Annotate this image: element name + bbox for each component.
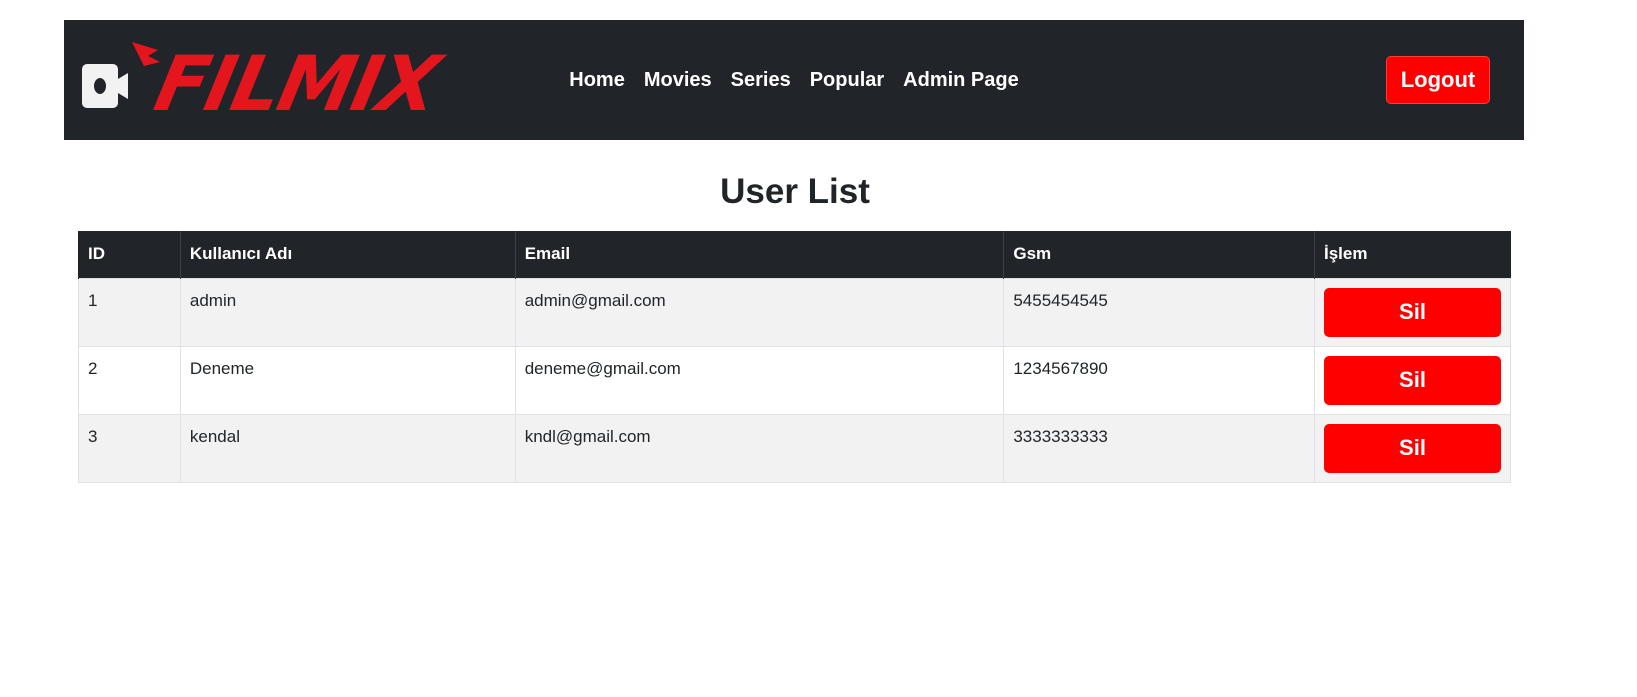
cell-action: Sil (1313, 277, 1512, 347)
column-header-gsm: Gsm (1003, 231, 1315, 278)
table-row: 3 kendal kndl@gmail.com 3333333333 Sil (78, 413, 1512, 483)
logout-button[interactable]: Logout (1386, 56, 1490, 104)
table-row: 1 admin admin@gmail.com 5455454545 Sil (78, 277, 1512, 347)
navbar: FILMIX Home Movies Series Popular Admin … (64, 20, 1524, 140)
cell-id: 2 (78, 345, 181, 415)
column-header-username: Kullanıcı Adı (179, 231, 516, 278)
cell-email: deneme@gmail.com (514, 345, 1005, 415)
table-header-row: ID Kullanıcı Adı Email Gsm İşlem (78, 231, 1511, 278)
delete-user-button[interactable]: Sil (1323, 355, 1501, 405)
cell-gsm: 3333333333 (1003, 413, 1315, 483)
cell-action: Sil (1313, 413, 1512, 483)
cell-email: kndl@gmail.com (514, 413, 1005, 483)
delete-user-button[interactable]: Sil (1323, 423, 1501, 473)
column-header-id: ID (78, 231, 181, 278)
cell-id: 1 (78, 277, 181, 347)
brand-logo-link[interactable]: FILMIX (82, 38, 446, 128)
column-header-action: İşlem (1313, 231, 1511, 278)
cell-id: 3 (78, 413, 181, 483)
brand-wordmark: FILMIX (147, 39, 446, 128)
cell-gsm: 1234567890 (1003, 345, 1315, 415)
cell-username: Deneme (179, 345, 516, 415)
column-header-email: Email (514, 231, 1004, 278)
delete-user-button[interactable]: Sil (1323, 287, 1501, 337)
nav-link-movies[interactable]: Movies (644, 69, 712, 92)
page-title: User List (720, 172, 870, 211)
cell-email: admin@gmail.com (514, 277, 1005, 347)
table-row: 2 Deneme deneme@gmail.com 1234567890 Sil (78, 345, 1512, 415)
cell-username: kendal (179, 413, 516, 483)
nav-link-admin-page[interactable]: Admin Page (903, 69, 1019, 92)
cell-gsm: 5455454545 (1003, 277, 1315, 347)
nav-link-home[interactable]: Home (569, 69, 625, 92)
cell-action: Sil (1313, 345, 1512, 415)
nav-link-series[interactable]: Series (731, 69, 791, 92)
table-body: 1 admin admin@gmail.com 5455454545 Sil 2… (78, 277, 1512, 483)
user-table: ID Kullanıcı Adı Email Gsm İşlem 1 admin… (78, 231, 1512, 483)
nav-link-popular[interactable]: Popular (810, 69, 884, 92)
cell-username: admin (179, 277, 516, 347)
table-header: ID Kullanıcı Adı Email Gsm İşlem (78, 231, 1511, 278)
